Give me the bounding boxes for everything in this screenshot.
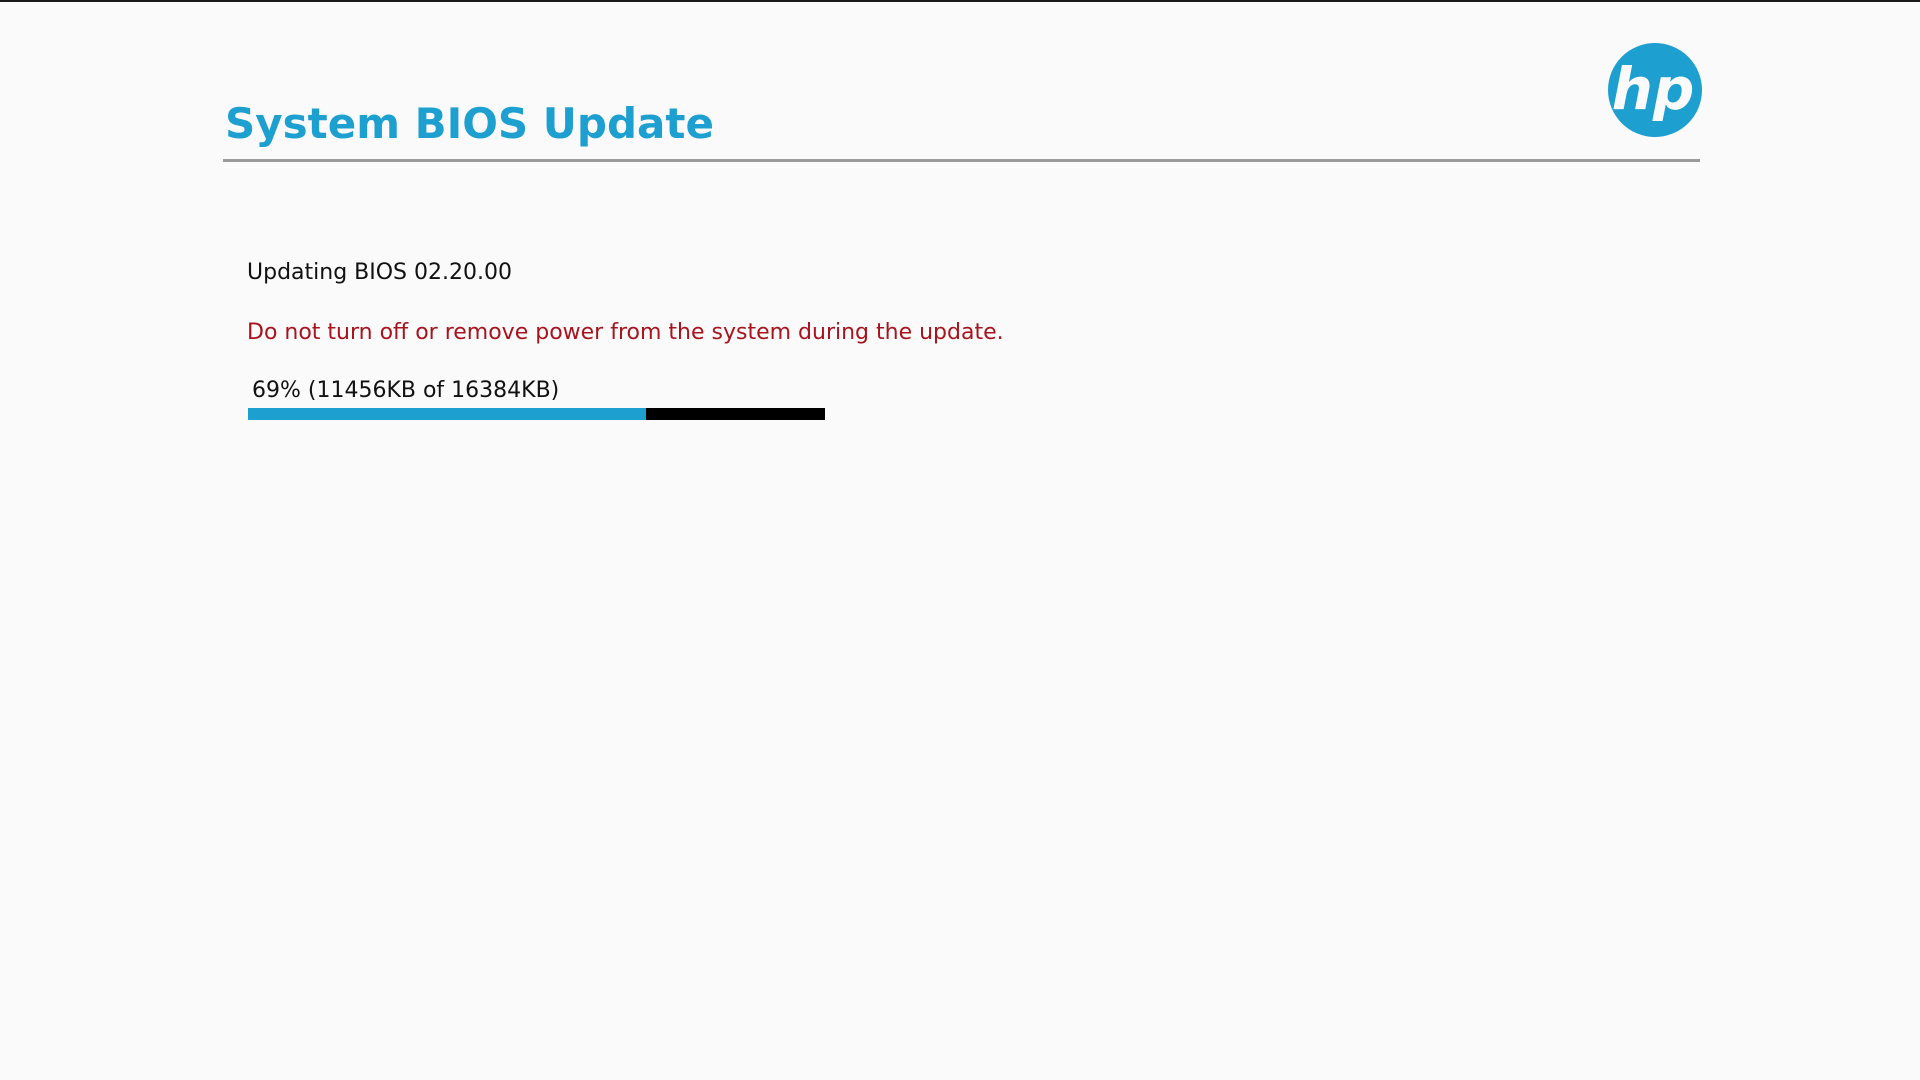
progress-bar-fill [248,408,647,420]
hp-logo-text: hp [1612,55,1695,123]
progress-label: 69% (11456KB of 16384KB) [252,378,560,403]
hp-logo-icon: hp [1607,42,1703,138]
status-text: Updating BIOS 02.20.00 [247,260,512,285]
header: System BIOS Update hp [223,2,1703,162]
hp-logo-graphic: hp [1608,43,1702,137]
warning-text: Do not turn off or remove power from the… [247,320,1004,345]
page-title: System BIOS Update [225,99,714,148]
progress-bar [248,408,825,420]
bios-update-screen: System BIOS Update hp Updating BIOS 02.2… [0,0,1920,1080]
